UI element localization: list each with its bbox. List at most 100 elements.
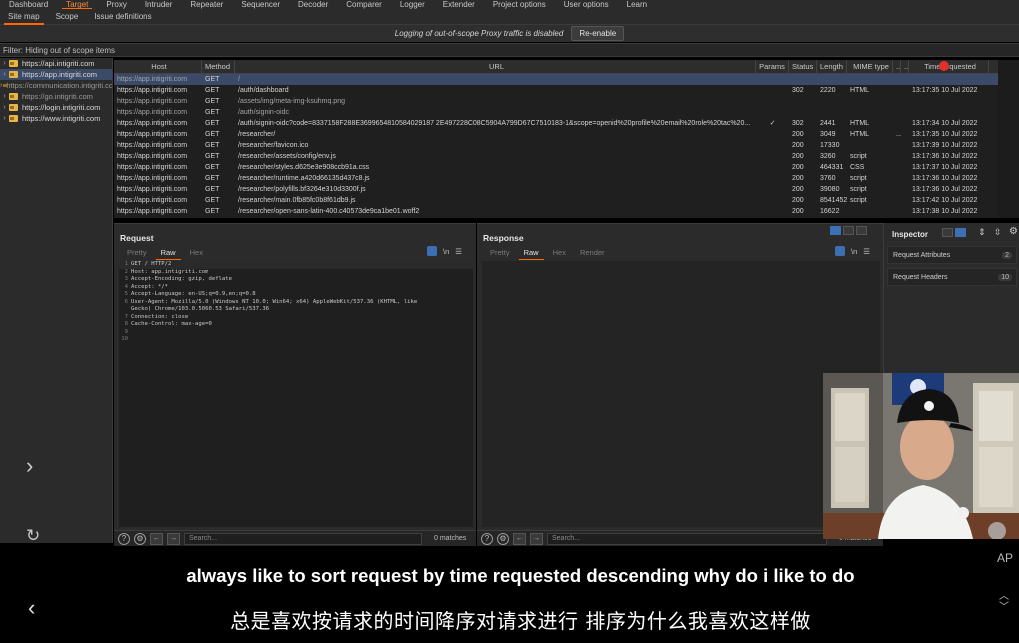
expand-caret-icon[interactable]: › bbox=[0, 115, 9, 122]
settings-gear-icon[interactable]: ⚙ bbox=[497, 532, 509, 545]
tree-node[interactable]: › https://login.intigriti.com bbox=[0, 102, 112, 113]
request-line: 3 Accept-Encoding: gzip, deflate bbox=[119, 276, 473, 284]
table-row[interactable]: https://app.intigriti.com GET/researcher/… bbox=[114, 151, 998, 162]
newline-toggle-icon[interactable]: \n bbox=[443, 247, 449, 256]
line-number: 8 bbox=[124, 321, 128, 327]
tool-tab-logger[interactable]: Logger bbox=[391, 0, 434, 9]
cell-title bbox=[901, 195, 909, 206]
request-tab-pretty[interactable]: Pretty bbox=[120, 248, 154, 258]
column-length[interactable]: Length bbox=[817, 60, 847, 73]
sub-tab-site-map[interactable]: Site map bbox=[0, 9, 48, 25]
tool-tab-learn[interactable]: Learn bbox=[618, 0, 656, 9]
table-row[interactable]: https://app.intigriti.com GET/researcher/… bbox=[114, 129, 998, 140]
tool-tab-extender[interactable]: Extender bbox=[434, 0, 484, 9]
response-tab-pretty[interactable]: Pretty bbox=[483, 248, 517, 258]
help-icon[interactable]: ? bbox=[118, 532, 130, 545]
tree-node[interactable]: › https://go.intigriti.com bbox=[0, 91, 112, 102]
tool-tab-user-options[interactable]: User options bbox=[555, 0, 618, 9]
tree-node[interactable]: › https://communication.intigriti.com bbox=[0, 80, 112, 91]
request-tab-hex[interactable]: Hex bbox=[183, 248, 210, 258]
table-scrollbar[interactable] bbox=[998, 60, 1019, 218]
sub-tab-scope[interactable]: Scope bbox=[48, 9, 87, 25]
column-params[interactable]: Params bbox=[756, 60, 789, 73]
column-mime-type[interactable]: MIME type bbox=[847, 60, 893, 73]
table-row[interactable]: https://app.intigriti.com GET / bbox=[114, 74, 998, 85]
layout-stacked-icon[interactable] bbox=[843, 226, 854, 235]
forward-arrow-icon[interactable]: → bbox=[167, 532, 180, 545]
cell-mime: HTML bbox=[850, 131, 870, 138]
inspector-request-attributes[interactable]: Request Attributes 2 bbox=[887, 246, 1017, 264]
forward-arrow-icon[interactable]: → bbox=[530, 532, 543, 545]
response-tab-raw[interactable]: Raw bbox=[517, 248, 546, 260]
back-arrow-icon[interactable]: ← bbox=[150, 532, 163, 545]
layout-tabs-icon[interactable] bbox=[856, 226, 867, 235]
table-row[interactable]: https://app.intigriti.com GET/auth/signin… bbox=[114, 118, 998, 129]
tree-node[interactable]: › https://app.intigriti.com bbox=[0, 69, 112, 80]
expand-caret-icon[interactable]: › bbox=[0, 71, 9, 78]
table-row[interactable]: https://app.intigriti.com GET/researcher/… bbox=[114, 173, 998, 184]
sub-tab-issue-definitions[interactable]: Issue definitions bbox=[86, 9, 159, 25]
inspector-layout-b-icon[interactable] bbox=[955, 228, 966, 237]
response-tab-hex[interactable]: Hex bbox=[546, 248, 573, 258]
tree-node[interactable]: › https://www.intigriti.com bbox=[0, 113, 112, 124]
column-url[interactable]: URL bbox=[235, 60, 756, 73]
cell-mime bbox=[847, 107, 893, 118]
table-row[interactable]: https://app.intigriti.com GET/researcher/… bbox=[114, 162, 998, 173]
column-title[interactable]: ... bbox=[901, 60, 909, 73]
cell-title bbox=[901, 151, 909, 162]
request-search-input[interactable]: Search... bbox=[184, 532, 422, 545]
cell-host: https://app.intigriti.com bbox=[117, 76, 188, 83]
chevron-right-icon[interactable]: › bbox=[26, 453, 33, 479]
cell-url: /researcher/main.0fb85fc0b8f61db9.js bbox=[238, 197, 356, 204]
cell-method: GET bbox=[205, 76, 220, 83]
back-arrow-icon[interactable]: ← bbox=[513, 532, 526, 545]
help-icon[interactable]: ? bbox=[481, 532, 493, 545]
up-down-chevron-icon[interactable]: ︿ ﹀ bbox=[999, 591, 1009, 613]
table-row[interactable]: https://app.intigriti.com GET/researcher/… bbox=[114, 184, 998, 195]
expand-caret-icon[interactable]: › bbox=[0, 104, 9, 111]
column-extension[interactable]: ... bbox=[893, 60, 901, 73]
expand-caret-icon[interactable]: › bbox=[0, 82, 2, 89]
inspector-layout-a-icon[interactable] bbox=[942, 228, 953, 237]
expand-caret-icon[interactable]: › bbox=[0, 93, 9, 100]
wrap-toggle-icon[interactable] bbox=[427, 246, 437, 256]
column-time-requested[interactable]: Time requested bbox=[909, 60, 989, 73]
request-raw-editor[interactable]: 1 GET / HTTP/2 2 Host: app.intigriti.com 3 Ac… bbox=[119, 261, 473, 527]
settings-gear-icon[interactable]: ⚙ bbox=[1009, 226, 1018, 237]
settings-gear-icon[interactable]: ⚙ bbox=[134, 532, 146, 545]
tool-tab-comparer[interactable]: Comparer bbox=[337, 0, 391, 9]
layout-side-by-side-icon[interactable] bbox=[830, 226, 841, 235]
expand-icon[interactable]: ⇳ bbox=[994, 227, 1002, 238]
cell-extra bbox=[893, 107, 901, 118]
tree-node[interactable]: › https://api.intigriti.com bbox=[0, 58, 112, 69]
cell-mime bbox=[847, 140, 893, 151]
tool-tab-project-options[interactable]: Project options bbox=[484, 0, 555, 9]
wrap-toggle-icon[interactable] bbox=[835, 246, 845, 256]
column-method[interactable]: Method bbox=[202, 60, 235, 73]
table-row[interactable]: https://app.intigriti.com GET/assets/img/… bbox=[114, 96, 998, 107]
menu-icon[interactable]: ☰ bbox=[863, 247, 870, 256]
newline-toggle-icon[interactable]: \n bbox=[851, 247, 857, 256]
refresh-icon[interactable]: ↻ bbox=[26, 526, 40, 546]
table-row[interactable]: https://app.intigriti.com GET/auth/dashbo… bbox=[114, 85, 998, 96]
column-host[interactable]: Host bbox=[114, 60, 202, 73]
tool-tab-repeater[interactable]: Repeater bbox=[181, 0, 232, 9]
reenable-button[interactable]: Re-enable bbox=[571, 26, 625, 41]
column-status[interactable]: Status bbox=[789, 60, 817, 73]
filter-bar[interactable]: Filter: Hiding out of scope items bbox=[0, 43, 1019, 57]
table-row[interactable]: https://app.intigriti.com GET/researcher/… bbox=[114, 140, 998, 151]
expand-caret-icon[interactable]: › bbox=[0, 60, 9, 67]
table-row[interactable]: https://app.intigriti.com GET/auth/signin… bbox=[114, 107, 998, 118]
request-line: 6 User-Agent: Mozilla/5.0 (Windows NT 10.… bbox=[119, 299, 473, 307]
response-raw-editor[interactable] bbox=[482, 261, 880, 527]
table-row[interactable]: https://app.intigriti.com GET/researcher/… bbox=[114, 195, 998, 206]
response-tab-render[interactable]: Render bbox=[573, 248, 612, 258]
request-tab-raw[interactable]: Raw bbox=[154, 248, 183, 260]
inspector-request-headers[interactable]: Request Headers 10 bbox=[887, 268, 1017, 286]
tool-tab-decoder[interactable]: Decoder bbox=[289, 0, 337, 9]
menu-icon[interactable]: ☰ bbox=[455, 247, 462, 256]
table-row[interactable]: https://app.intigriti.com GET/researcher/… bbox=[114, 206, 998, 217]
response-search-input[interactable]: Search... bbox=[547, 532, 827, 545]
tool-tab-sequencer[interactable]: Sequencer bbox=[232, 0, 289, 9]
collapse-icon[interactable]: ⇕ bbox=[978, 227, 986, 238]
